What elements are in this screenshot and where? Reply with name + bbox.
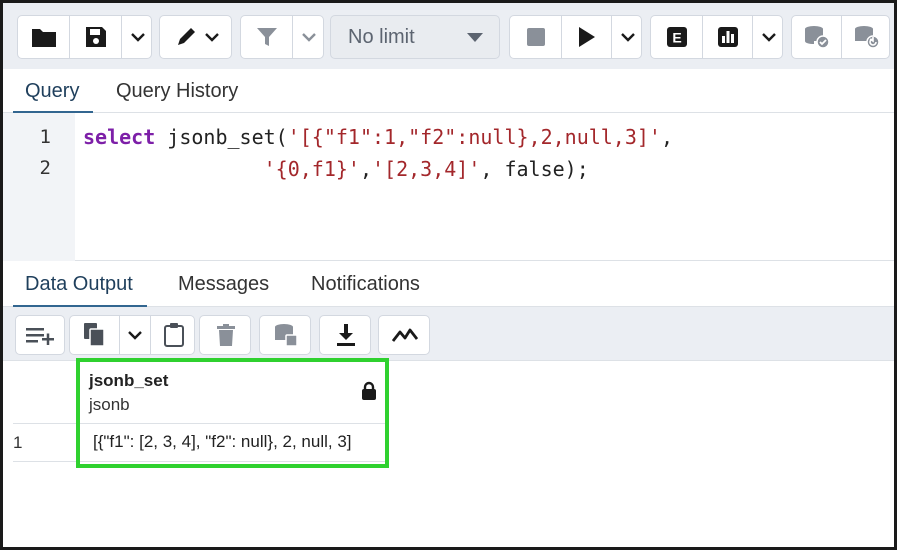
chevron-down-icon: [761, 32, 776, 42]
save-data-icon: [275, 324, 298, 347]
copy-button[interactable]: [70, 316, 120, 354]
tab-query[interactable]: Query: [12, 69, 95, 114]
chevron-down-icon: [204, 32, 219, 42]
explain-analyze-button[interactable]: [703, 16, 753, 58]
delete-row-button[interactable]: [200, 316, 250, 354]
caret-down-icon: [467, 32, 483, 42]
result-tab-bar: Data Output Messages Notifications: [3, 261, 894, 308]
header-divider: [13, 423, 387, 424]
explain-button-group: E: [650, 15, 783, 59]
filter-options-dropdown[interactable]: [293, 16, 323, 58]
sql-string: '[2,3,4]': [372, 157, 481, 181]
save-button[interactable]: [70, 16, 122, 58]
download-csv-button[interactable]: [320, 316, 370, 354]
execute-options-dropdown[interactable]: [612, 16, 641, 58]
column-header[interactable]: jsonb_set jsonb: [77, 361, 387, 431]
line-number: 1: [39, 126, 51, 148]
tab-notifications[interactable]: Notifications: [311, 261, 420, 307]
commit-button[interactable]: [792, 16, 842, 58]
code-line-1: select jsonb_set('[{"f1":1,"f2":null},2,…: [83, 125, 673, 149]
query-tab-bar: Query Query History: [3, 69, 894, 114]
play-icon: [578, 27, 595, 47]
sql-punct: , false);: [480, 157, 589, 181]
edit-menu-button[interactable]: [160, 16, 231, 58]
column-type: jsonb: [89, 395, 130, 414]
save-data-group: [259, 315, 311, 355]
add-row-icon: [26, 328, 54, 345]
sql-punct: ,: [660, 125, 674, 149]
save-options-dropdown[interactable]: [122, 16, 151, 58]
execute-button[interactable]: [562, 16, 612, 58]
row-limit-select[interactable]: No limit: [330, 15, 500, 59]
trash-icon: [217, 324, 235, 346]
main-toolbar: No limit E: [3, 3, 894, 69]
copy-icon: [83, 323, 105, 347]
folder-icon: [31, 29, 56, 47]
chevron-down-icon: [302, 32, 316, 42]
save-icon: [85, 27, 106, 47]
sql-string: '{0,f1}': [263, 157, 360, 181]
explain-icon: E: [666, 27, 687, 47]
filter-icon: [256, 28, 277, 46]
paste-button[interactable]: [151, 316, 194, 354]
table-cell[interactable]: [{"f1": [2, 3, 4], "f2": null}, 2, null,…: [93, 432, 352, 452]
stop-button[interactable]: [510, 16, 562, 58]
line-number: 2: [39, 157, 51, 179]
sql-keyword: select: [83, 125, 156, 149]
data-output-toolbar: [3, 307, 894, 361]
row-number[interactable]: 1: [13, 433, 22, 453]
column-name: jsonb_set: [89, 371, 169, 390]
explain-letter: E: [672, 30, 681, 46]
explain-options-dropdown[interactable]: [753, 16, 782, 58]
copy-paste-group: [69, 315, 195, 355]
edit-button-group: [159, 15, 232, 59]
filter-button[interactable]: [241, 16, 293, 58]
line-number-gutter: 1 2: [3, 113, 75, 261]
line-graph-icon: [392, 328, 418, 342]
sql-editor[interactable]: 1 2 select jsonb_set('[{"f1":1,"f2":null…: [3, 113, 894, 261]
graph-group: [378, 315, 430, 355]
sql-punct: ,: [359, 157, 372, 181]
add-row-button[interactable]: [16, 316, 64, 354]
edit-pen-icon: [177, 28, 195, 45]
explain-button[interactable]: E: [651, 16, 703, 58]
file-button-group: [17, 15, 152, 59]
rollback-icon: [854, 26, 880, 49]
clipboard-icon: [163, 323, 184, 347]
lock-icon: [362, 381, 376, 400]
tab-data-output[interactable]: Data Output: [13, 261, 147, 308]
tab-messages[interactable]: Messages: [178, 261, 269, 307]
row-divider: [13, 461, 387, 462]
execute-button-group: [509, 15, 642, 59]
graph-visualiser-button[interactable]: [379, 316, 429, 354]
rollback-button[interactable]: [842, 16, 889, 58]
chevron-down-icon: [620, 32, 635, 42]
sql-function: jsonb_set(: [155, 125, 288, 149]
save-data-changes-button[interactable]: [260, 316, 310, 354]
results-grid: jsonb_set jsonb 1 [{"f1": [2, 3, 4], "f2…: [3, 361, 894, 547]
sql-string: '[{"f1":1,"f2":null},2,null,3]': [287, 125, 661, 149]
add-row-group: [15, 315, 65, 355]
stop-icon: [526, 28, 545, 46]
app-window: No limit E Query Query History 1 2 selec…: [0, 0, 897, 550]
transaction-button-group: [791, 15, 890, 59]
chevron-down-icon: [130, 32, 145, 42]
row-limit-label: No limit: [348, 25, 415, 48]
copy-options-dropdown[interactable]: [120, 316, 151, 354]
explain-analyze-icon: [717, 27, 738, 47]
delete-row-group: [199, 315, 251, 355]
sql-indent: [83, 157, 264, 181]
download-group: [319, 315, 371, 355]
filter-button-group: [240, 15, 324, 59]
code-line-2: '{0,f1}','[2,3,4]', false);: [83, 157, 589, 181]
chevron-down-icon: [128, 330, 142, 340]
open-file-button[interactable]: [18, 16, 70, 58]
download-icon: [337, 324, 355, 346]
commit-icon: [804, 26, 830, 49]
tab-query-history[interactable]: Query History: [116, 69, 238, 113]
